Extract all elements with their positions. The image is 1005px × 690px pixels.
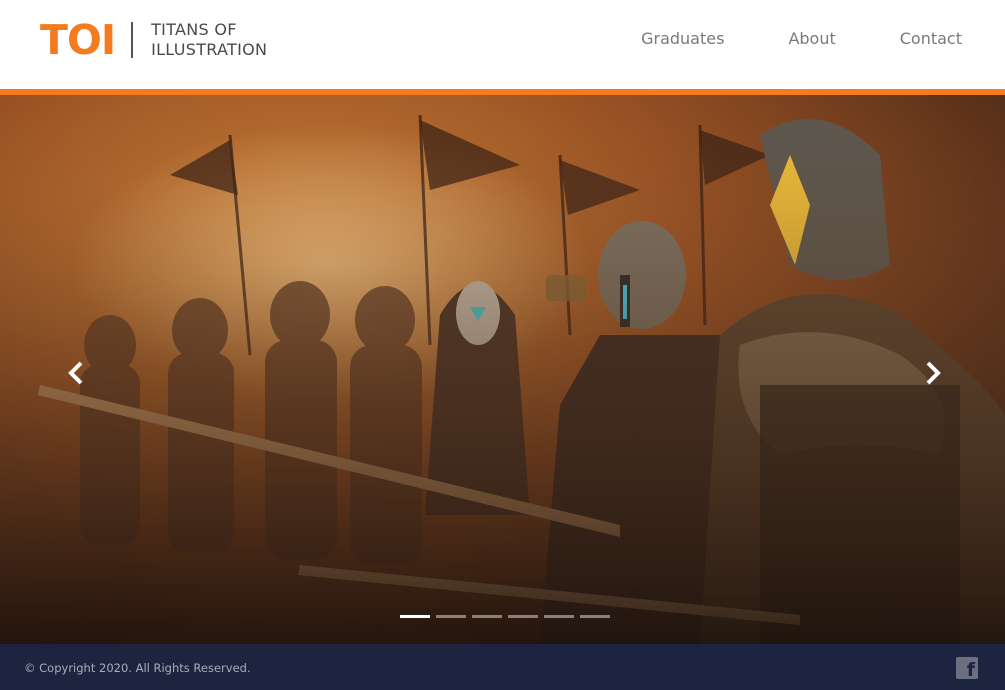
carousel-indicator[interactable] xyxy=(400,615,430,618)
carousel-indicator[interactable] xyxy=(472,615,502,618)
carousel-indicator[interactable] xyxy=(436,615,466,618)
logo-divider xyxy=(131,22,134,58)
carousel-indicator[interactable] xyxy=(544,615,574,618)
copyright-text: © Copyright 2020. All Rights Reserved. xyxy=(24,661,251,675)
hero-carousel xyxy=(0,95,1005,644)
carousel-indicator[interactable] xyxy=(580,615,610,618)
chevron-right-icon xyxy=(926,361,941,385)
chevron-left-icon xyxy=(68,361,83,385)
carousel-indicators xyxy=(400,615,616,618)
carousel-indicator[interactable] xyxy=(508,615,538,618)
nav-link-contact[interactable]: Contact xyxy=(900,28,962,50)
main-nav: Graduates About Contact xyxy=(577,28,962,50)
hero-slide-image xyxy=(0,95,1005,644)
logo-mark: TOI xyxy=(40,15,116,64)
carousel-prev-button[interactable] xyxy=(56,353,96,393)
site-header: TOI TITANS OF ILLUSTRATION Graduates Abo… xyxy=(0,0,1005,89)
nav-link-about[interactable]: About xyxy=(788,28,835,50)
logo-line-1: TITANS OF xyxy=(151,20,237,39)
carousel-next-button[interactable] xyxy=(913,353,953,393)
logo-wordmark: TITANS OF ILLUSTRATION xyxy=(151,20,267,60)
facebook-glyph: f xyxy=(966,659,975,681)
site-footer: © Copyright 2020. All Rights Reserved. f xyxy=(0,644,1005,690)
site-logo[interactable]: TOI TITANS OF ILLUSTRATION xyxy=(40,15,267,64)
nav-link-graduates[interactable]: Graduates xyxy=(641,28,724,50)
facebook-icon[interactable]: f xyxy=(956,657,978,681)
logo-line-2: ILLUSTRATION xyxy=(151,40,268,59)
